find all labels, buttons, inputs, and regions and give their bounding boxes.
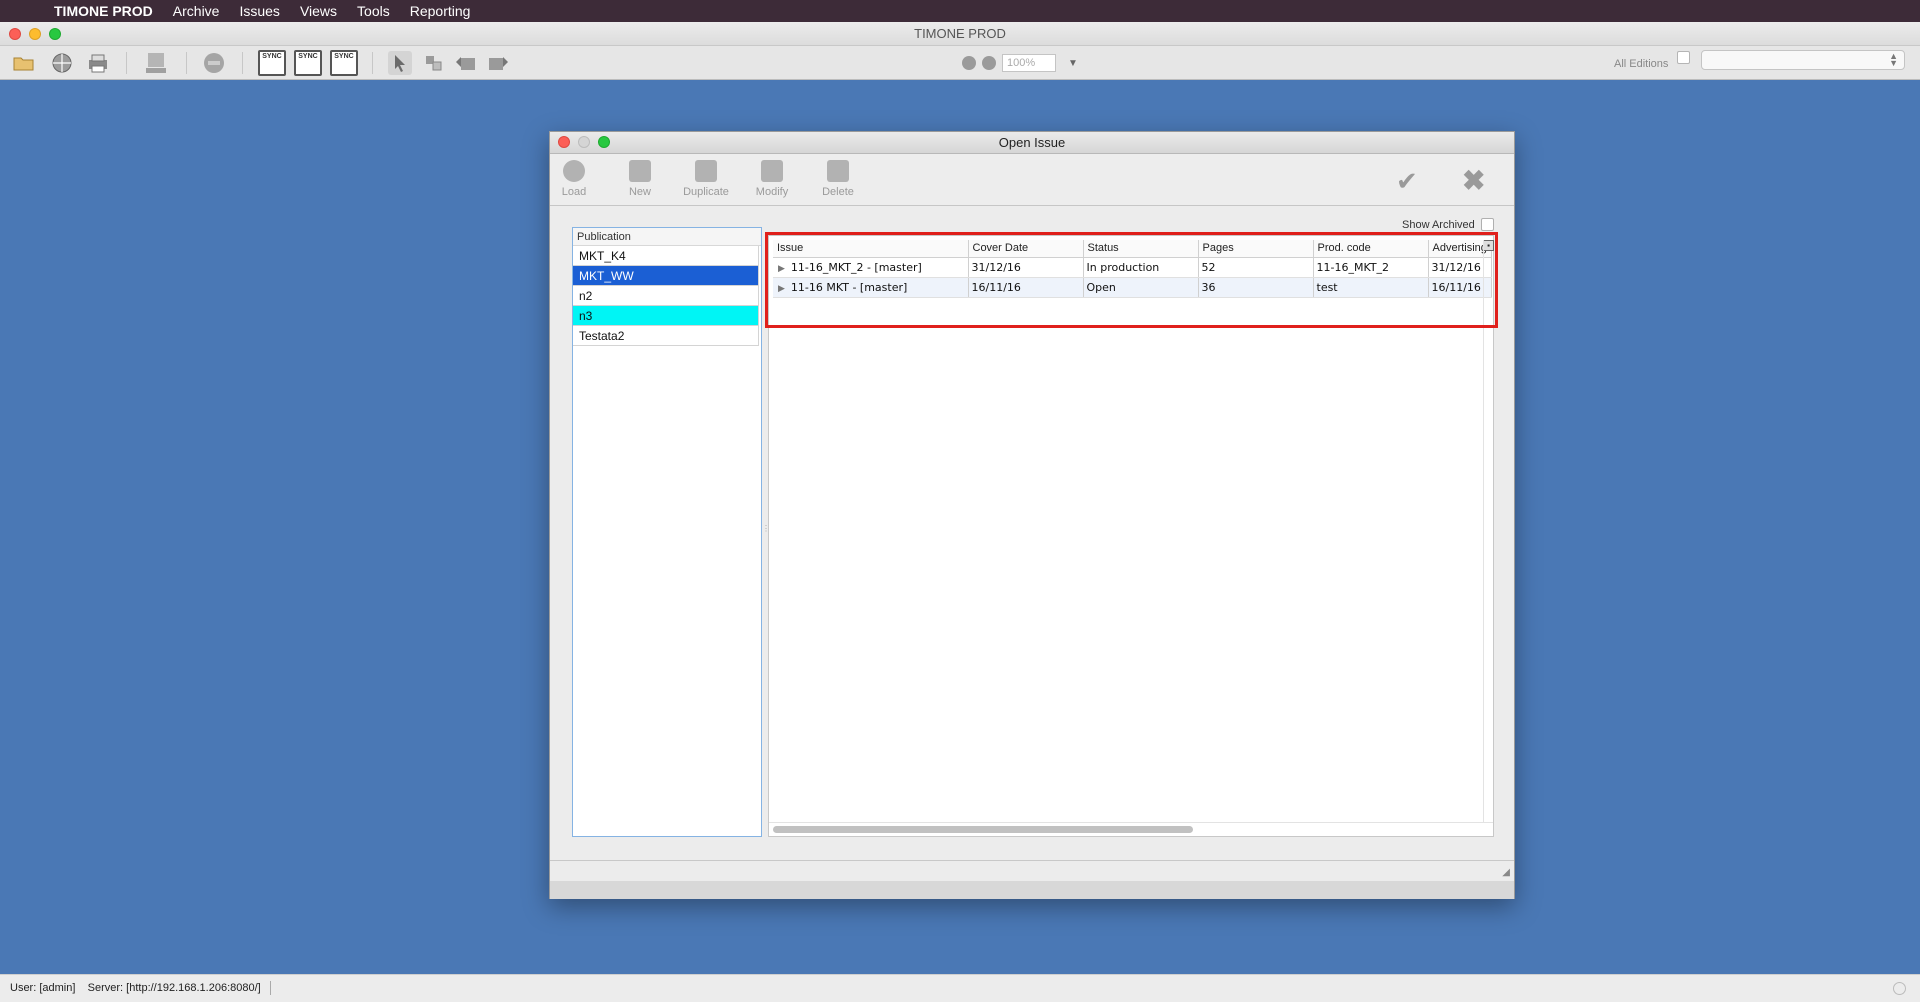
dialog-title: Open Issue (998, 135, 1066, 150)
publication-item-mkt-k4[interactable]: MKT_K4 (573, 246, 759, 266)
minimize-window-button[interactable] (29, 28, 41, 40)
dialog-minimize-button (578, 136, 590, 148)
new-button[interactable]: New (610, 160, 670, 198)
zoom-window-button[interactable] (49, 28, 61, 40)
export-icon[interactable] (144, 51, 168, 75)
toolbar-separator (372, 52, 373, 74)
flip-right-icon[interactable] (486, 51, 510, 75)
publication-header: Publication (573, 228, 761, 246)
pointer-tool-icon[interactable] (388, 51, 412, 75)
status-bar: User: [admin] Server: [http://192.168.1.… (0, 974, 1920, 1002)
publication-item-testata2[interactable]: Testata2 (573, 326, 759, 346)
window-controls (9, 28, 61, 40)
menu-tools[interactable]: Tools (347, 3, 400, 19)
resize-grip-icon[interactable]: ◢ (1502, 867, 1510, 878)
load-icon (563, 160, 585, 182)
menu-issues[interactable]: Issues (229, 3, 289, 19)
modify-icon (761, 160, 783, 182)
dialog-close-button[interactable] (558, 136, 570, 148)
status-server: Server: [http://192.168.1.206:8080/] (87, 982, 261, 994)
select-arrows-icon: ▲ ▼ (1889, 51, 1898, 68)
editions-select[interactable]: ▲ ▼ (1701, 50, 1905, 70)
delete-label: Delete (822, 186, 854, 198)
menu-bar: TIMONE PROD Archive Issues Views Tools R… (0, 0, 1920, 22)
dialog-titlebar: Open Issue (550, 132, 1514, 154)
publication-item-mkt-ww[interactable]: MKT_WW (573, 266, 759, 286)
zoom-input[interactable]: 100% (1002, 54, 1056, 72)
open-issue-dialog: Open Issue Load New Duplicate Modify Del… (549, 131, 1515, 899)
zoom-in-icon[interactable] (982, 56, 996, 70)
load-label: Load (561, 186, 587, 198)
status-separator (269, 981, 271, 996)
app-titlebar: TIMONE PROD (0, 22, 1920, 46)
confirm-check-icon[interactable]: ✔ (1396, 166, 1418, 197)
publication-item-n2[interactable]: n2 (573, 286, 759, 306)
stop-icon[interactable] (202, 51, 226, 75)
zoom-out-icon[interactable] (962, 56, 976, 70)
all-editions-label: All Editions (1614, 58, 1669, 70)
menu-views[interactable]: Views (290, 3, 347, 19)
show-archived-checkbox[interactable] (1480, 218, 1494, 231)
annotation-highlight-box (765, 232, 1498, 328)
load-button[interactable]: Load (544, 160, 604, 198)
sync-page-icon[interactable]: SYNC (294, 50, 322, 76)
toolbar-separator (186, 52, 187, 74)
dialog-status-divider (550, 860, 1514, 861)
publication-item-n3[interactable]: n3 (573, 306, 759, 326)
duplicate-icon (695, 160, 717, 182)
toolbar-separator (242, 52, 243, 74)
menu-archive[interactable]: Archive (163, 3, 230, 19)
new-document-icon (629, 160, 651, 182)
print-icon[interactable] (86, 51, 110, 75)
sync-in-icon[interactable]: SYNC (258, 50, 286, 76)
dialog-zoom-button[interactable] (598, 136, 610, 148)
close-window-button[interactable] (9, 28, 21, 40)
toolbar-separator (126, 52, 127, 74)
duplicate-button[interactable]: Duplicate (676, 160, 736, 198)
app-toolbar: SYNC SYNC SYNC 100% ▼ All Editions ▲ ▼ (0, 46, 1920, 80)
sync-out-icon[interactable]: SYNC (330, 50, 358, 76)
chevron-down-icon[interactable]: ▼ (1068, 58, 1078, 69)
activity-indicator-icon (1893, 982, 1906, 995)
delete-button[interactable]: Delete (808, 160, 868, 198)
modify-button[interactable]: Modify (742, 160, 802, 198)
modify-label: Modify (755, 186, 789, 198)
new-label: New (628, 186, 651, 198)
show-archived-toggle: Show Archived (1402, 218, 1494, 231)
all-editions-checkbox[interactable] (1677, 51, 1690, 64)
globe-icon[interactable] (50, 51, 74, 75)
show-archived-label: Show Archived (1402, 218, 1475, 231)
folder-icon[interactable] (12, 51, 36, 75)
move-tool-icon[interactable] (422, 51, 446, 75)
delete-icon (827, 160, 849, 182)
table-bottom-divider (769, 822, 1493, 823)
zoom-controls: 100% ▼ (962, 54, 1078, 72)
dialog-bottom-bar (550, 881, 1514, 899)
horizontal-scrollbar[interactable] (773, 826, 1193, 833)
cancel-x-icon[interactable]: ✖ (1462, 164, 1485, 197)
duplicate-label: Duplicate (683, 186, 729, 198)
dialog-window-controls (558, 136, 610, 148)
status-user: User: [admin] (10, 982, 76, 994)
flip-left-icon[interactable] (454, 51, 478, 75)
dialog-toolbar: Load New Duplicate Modify Delete (550, 154, 1514, 206)
publication-list: Publication MKT_K4 MKT_WW n2 n3 Testata2 (572, 227, 762, 837)
app-name-menu[interactable]: TIMONE PROD (50, 3, 163, 19)
menu-reporting[interactable]: Reporting (400, 3, 481, 19)
app-window-title: TIMONE PROD (914, 26, 1006, 41)
